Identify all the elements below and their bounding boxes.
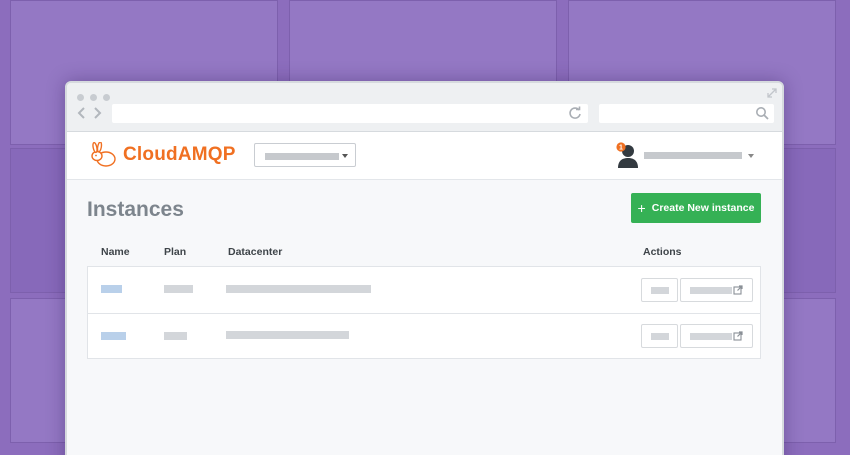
instance-action-button[interactable] — [641, 278, 678, 302]
external-link-icon — [733, 285, 743, 295]
window-dot[interactable] — [77, 94, 84, 101]
table-row[interactable] — [88, 313, 760, 359]
column-header-name: Name — [101, 246, 130, 258]
browser-search-bar[interactable] — [599, 104, 774, 123]
brand-name: CloudAMQP — [123, 144, 236, 165]
datacenter-placeholder — [226, 285, 371, 293]
open-console-button[interactable] — [680, 324, 753, 348]
team-name-placeholder — [265, 153, 339, 160]
browser-window: CloudAMQP 1 Instances + Create New insta… — [65, 81, 784, 455]
button-label-placeholder — [651, 287, 669, 294]
expand-icon[interactable] — [766, 87, 778, 99]
team-selector[interactable] — [254, 143, 356, 167]
plan-placeholder — [164, 285, 193, 293]
username-placeholder — [644, 152, 742, 159]
window-dot[interactable] — [90, 94, 97, 101]
search-icon — [756, 107, 769, 120]
window-dot[interactable] — [103, 94, 110, 101]
instances-table — [87, 266, 761, 359]
user-avatar-icon: 1 — [616, 142, 638, 168]
brand-logo[interactable]: CloudAMQP — [89, 142, 236, 168]
instance-action-button[interactable] — [641, 324, 678, 348]
open-console-button[interactable] — [680, 278, 753, 302]
notification-count: 1 — [619, 145, 623, 152]
create-instance-button[interactable]: + Create New instance — [631, 193, 761, 223]
browser-chrome — [67, 83, 782, 132]
button-label-placeholder — [690, 333, 732, 340]
reload-icon[interactable] — [568, 106, 582, 120]
column-header-plan: Plan — [164, 246, 187, 258]
external-link-icon — [733, 331, 743, 341]
create-instance-label: Create New instance — [651, 202, 755, 214]
button-label-placeholder — [651, 333, 669, 340]
column-header-datacenter: Datacenter — [228, 246, 283, 258]
address-bar[interactable] — [112, 104, 588, 123]
table-row[interactable] — [88, 267, 760, 313]
instance-name-placeholder[interactable] — [101, 285, 122, 293]
datacenter-placeholder — [226, 331, 349, 339]
column-header-actions: Actions — [643, 246, 682, 258]
page-title: Instances — [87, 198, 184, 221]
chevron-down-icon — [748, 154, 754, 158]
plus-icon: + — [637, 200, 646, 216]
rabbit-logo-icon — [91, 142, 116, 167]
button-label-placeholder — [690, 287, 732, 294]
app-header: CloudAMQP 1 — [67, 132, 782, 180]
main-content: Instances + Create New instance Name Pla… — [67, 180, 782, 455]
instance-name-placeholder[interactable] — [101, 332, 126, 340]
chevron-down-icon — [342, 154, 348, 158]
user-menu[interactable]: 1 — [616, 140, 756, 170]
plan-placeholder — [164, 332, 187, 340]
back-forward-icon[interactable] — [76, 105, 104, 121]
